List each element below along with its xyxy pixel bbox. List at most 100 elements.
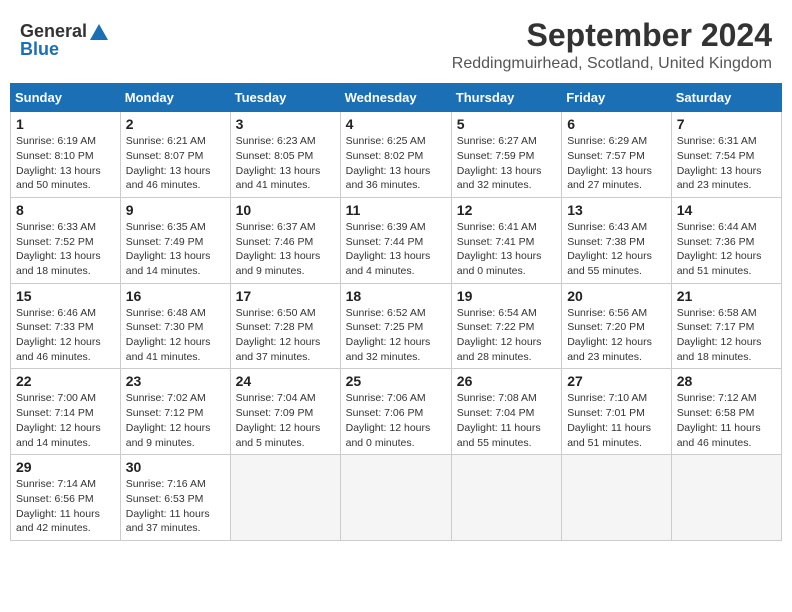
- sunset-text: Sunset: 7:57 PM: [567, 150, 645, 162]
- sunrise-text: Sunrise: 6:44 AM: [677, 221, 757, 233]
- day-number: 22: [16, 373, 115, 389]
- sunrise-text: Sunrise: 7:00 AM: [16, 392, 96, 404]
- daylight-text: Daylight: 11 hours and 55 minutes.: [457, 422, 541, 449]
- weekday-header-wednesday: Wednesday: [340, 84, 451, 112]
- day-number: 2: [126, 116, 225, 132]
- calendar-cell: 26 Sunrise: 7:08 AM Sunset: 7:04 PM Dayl…: [451, 369, 561, 455]
- calendar-cell: [230, 455, 340, 541]
- title-block: September 2024 Reddingmuirhead, Scotland…: [452, 18, 772, 73]
- day-info: Sunrise: 6:50 AM Sunset: 7:28 PM Dayligh…: [236, 306, 335, 365]
- daylight-text: Daylight: 11 hours and 46 minutes.: [677, 422, 761, 449]
- calendar-week-row: 1 Sunrise: 6:19 AM Sunset: 8:10 PM Dayli…: [11, 112, 782, 198]
- sunset-text: Sunset: 7:46 PM: [236, 236, 314, 248]
- daylight-text: Daylight: 12 hours and 18 minutes.: [677, 336, 762, 363]
- daylight-text: Daylight: 13 hours and 14 minutes.: [126, 250, 211, 277]
- calendar-cell: 10 Sunrise: 6:37 AM Sunset: 7:46 PM Dayl…: [230, 197, 340, 283]
- day-number: 29: [16, 459, 115, 475]
- sunrise-text: Sunrise: 6:41 AM: [457, 221, 537, 233]
- day-info: Sunrise: 6:27 AM Sunset: 7:59 PM Dayligh…: [457, 134, 556, 193]
- day-info: Sunrise: 6:33 AM Sunset: 7:52 PM Dayligh…: [16, 220, 115, 279]
- day-number: 21: [677, 288, 776, 304]
- sunset-text: Sunset: 7:30 PM: [126, 321, 204, 333]
- calendar-cell: 1 Sunrise: 6:19 AM Sunset: 8:10 PM Dayli…: [11, 112, 121, 198]
- day-number: 7: [677, 116, 776, 132]
- day-number: 15: [16, 288, 115, 304]
- day-number: 28: [677, 373, 776, 389]
- location-text: Reddingmuirhead, Scotland, United Kingdo…: [452, 55, 772, 73]
- calendar-cell: 16 Sunrise: 6:48 AM Sunset: 7:30 PM Dayl…: [120, 283, 230, 369]
- calendar-week-row: 15 Sunrise: 6:46 AM Sunset: 7:33 PM Dayl…: [11, 283, 782, 369]
- daylight-text: Daylight: 12 hours and 37 minutes.: [236, 336, 321, 363]
- sunrise-text: Sunrise: 6:27 AM: [457, 135, 537, 147]
- daylight-text: Daylight: 11 hours and 37 minutes.: [126, 508, 210, 535]
- daylight-text: Daylight: 12 hours and 46 minutes.: [16, 336, 101, 363]
- calendar-cell: 15 Sunrise: 6:46 AM Sunset: 7:33 PM Dayl…: [11, 283, 121, 369]
- day-number: 5: [457, 116, 556, 132]
- daylight-text: Daylight: 13 hours and 46 minutes.: [126, 165, 211, 192]
- sunrise-text: Sunrise: 6:33 AM: [16, 221, 96, 233]
- logo: General Blue: [20, 22, 108, 58]
- daylight-text: Daylight: 12 hours and 32 minutes.: [346, 336, 431, 363]
- day-number: 13: [567, 202, 666, 218]
- calendar-cell: 2 Sunrise: 6:21 AM Sunset: 8:07 PM Dayli…: [120, 112, 230, 198]
- sunset-text: Sunset: 7:52 PM: [16, 236, 94, 248]
- weekday-header-saturday: Saturday: [671, 84, 781, 112]
- day-info: Sunrise: 6:44 AM Sunset: 7:36 PM Dayligh…: [677, 220, 776, 279]
- day-number: 9: [126, 202, 225, 218]
- daylight-text: Daylight: 13 hours and 18 minutes.: [16, 250, 101, 277]
- sunset-text: Sunset: 8:02 PM: [346, 150, 424, 162]
- day-number: 3: [236, 116, 335, 132]
- day-info: Sunrise: 7:02 AM Sunset: 7:12 PM Dayligh…: [126, 391, 225, 450]
- day-info: Sunrise: 6:56 AM Sunset: 7:20 PM Dayligh…: [567, 306, 666, 365]
- logo-general-text: General: [20, 22, 87, 40]
- daylight-text: Daylight: 13 hours and 50 minutes.: [16, 165, 101, 192]
- day-info: Sunrise: 6:46 AM Sunset: 7:33 PM Dayligh…: [16, 306, 115, 365]
- sunrise-text: Sunrise: 6:31 AM: [677, 135, 757, 147]
- calendar-cell: 18 Sunrise: 6:52 AM Sunset: 7:25 PM Dayl…: [340, 283, 451, 369]
- daylight-text: Daylight: 13 hours and 23 minutes.: [677, 165, 762, 192]
- sunset-text: Sunset: 8:05 PM: [236, 150, 314, 162]
- sunrise-text: Sunrise: 6:21 AM: [126, 135, 206, 147]
- logo-triangle-icon: [90, 24, 108, 40]
- sunset-text: Sunset: 7:20 PM: [567, 321, 645, 333]
- day-info: Sunrise: 7:06 AM Sunset: 7:06 PM Dayligh…: [346, 391, 446, 450]
- day-number: 16: [126, 288, 225, 304]
- sunrise-text: Sunrise: 6:25 AM: [346, 135, 426, 147]
- calendar-cell: 8 Sunrise: 6:33 AM Sunset: 7:52 PM Dayli…: [11, 197, 121, 283]
- day-number: 26: [457, 373, 556, 389]
- day-info: Sunrise: 6:58 AM Sunset: 7:17 PM Dayligh…: [677, 306, 776, 365]
- day-info: Sunrise: 6:19 AM Sunset: 8:10 PM Dayligh…: [16, 134, 115, 193]
- day-info: Sunrise: 6:41 AM Sunset: 7:41 PM Dayligh…: [457, 220, 556, 279]
- sunrise-text: Sunrise: 6:29 AM: [567, 135, 647, 147]
- sunrise-text: Sunrise: 7:16 AM: [126, 478, 206, 490]
- day-number: 11: [346, 202, 446, 218]
- sunset-text: Sunset: 8:07 PM: [126, 150, 204, 162]
- calendar-cell: 20 Sunrise: 6:56 AM Sunset: 7:20 PM Dayl…: [562, 283, 672, 369]
- day-info: Sunrise: 7:04 AM Sunset: 7:09 PM Dayligh…: [236, 391, 335, 450]
- day-number: 20: [567, 288, 666, 304]
- day-info: Sunrise: 6:21 AM Sunset: 8:07 PM Dayligh…: [126, 134, 225, 193]
- day-info: Sunrise: 6:35 AM Sunset: 7:49 PM Dayligh…: [126, 220, 225, 279]
- day-number: 14: [677, 202, 776, 218]
- sunset-text: Sunset: 7:36 PM: [677, 236, 755, 248]
- sunset-text: Sunset: 6:56 PM: [16, 493, 94, 505]
- sunrise-text: Sunrise: 6:50 AM: [236, 307, 316, 319]
- sunset-text: Sunset: 7:41 PM: [457, 236, 535, 248]
- day-number: 25: [346, 373, 446, 389]
- sunrise-text: Sunrise: 6:35 AM: [126, 221, 206, 233]
- logo-blue-text: Blue: [20, 40, 59, 58]
- daylight-text: Daylight: 13 hours and 41 minutes.: [236, 165, 321, 192]
- calendar-table: SundayMondayTuesdayWednesdayThursdayFrid…: [10, 83, 782, 541]
- daylight-text: Daylight: 12 hours and 5 minutes.: [236, 422, 321, 449]
- calendar-cell: [671, 455, 781, 541]
- daylight-text: Daylight: 12 hours and 23 minutes.: [567, 336, 652, 363]
- calendar-cell: 6 Sunrise: 6:29 AM Sunset: 7:57 PM Dayli…: [562, 112, 672, 198]
- sunset-text: Sunset: 7:38 PM: [567, 236, 645, 248]
- calendar-cell: 25 Sunrise: 7:06 AM Sunset: 7:06 PM Dayl…: [340, 369, 451, 455]
- calendar-cell: 29 Sunrise: 7:14 AM Sunset: 6:56 PM Dayl…: [11, 455, 121, 541]
- calendar-cell: 5 Sunrise: 6:27 AM Sunset: 7:59 PM Dayli…: [451, 112, 561, 198]
- day-info: Sunrise: 7:12 AM Sunset: 6:58 PM Dayligh…: [677, 391, 776, 450]
- sunset-text: Sunset: 7:22 PM: [457, 321, 535, 333]
- day-info: Sunrise: 6:39 AM Sunset: 7:44 PM Dayligh…: [346, 220, 446, 279]
- sunset-text: Sunset: 7:44 PM: [346, 236, 424, 248]
